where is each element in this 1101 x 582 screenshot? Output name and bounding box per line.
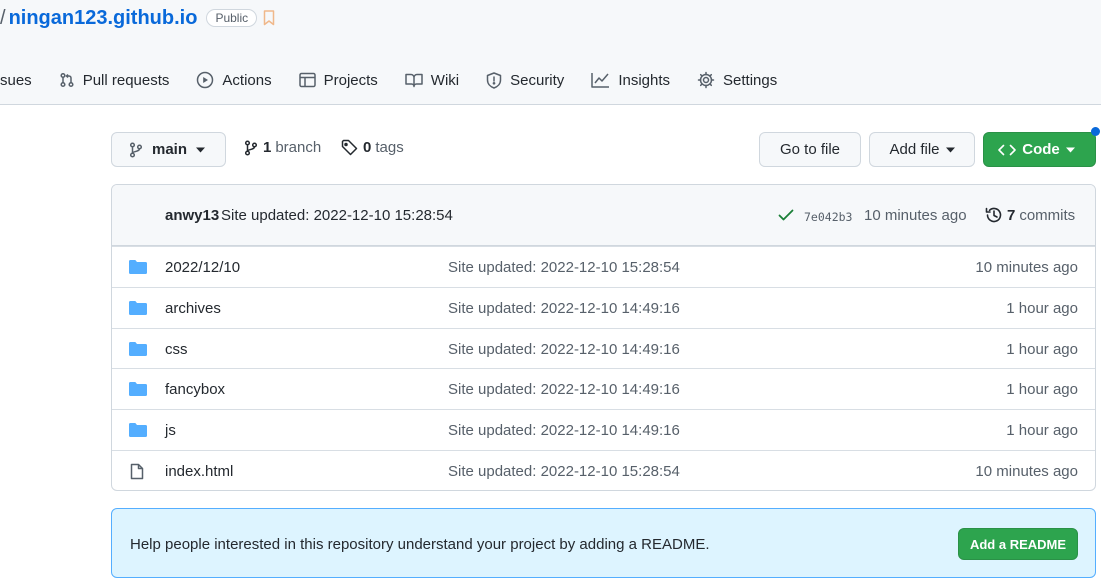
- shield-icon: [486, 71, 502, 89]
- commit-time: 10 minutes ago: [864, 207, 967, 224]
- latest-commit-bar: anwy13 Site updated: 2022-12-10 15:28:54…: [112, 185, 1095, 246]
- code-icon: [998, 143, 1017, 157]
- file-commit-message[interactable]: Site updated: 2022-12-10 15:28:54: [448, 259, 680, 276]
- tab-insights[interactable]: Insights: [591, 60, 670, 100]
- file-name-link[interactable]: archives: [165, 300, 221, 317]
- table-icon: [298, 72, 316, 88]
- folder-icon: [129, 381, 147, 397]
- play-icon: [196, 71, 214, 89]
- bookmark-icon[interactable]: [263, 10, 275, 26]
- git-branch-icon: [129, 141, 143, 158]
- commit-count-label: commits: [1019, 206, 1076, 224]
- tags-link[interactable]: 0 tags: [341, 139, 404, 156]
- commits-history-link[interactable]: 7 commits: [985, 206, 1075, 224]
- add-readme-label: Add a README: [969, 536, 1067, 552]
- tab-projects[interactable]: Projects: [298, 60, 378, 100]
- file-name-link[interactable]: index.html: [165, 463, 233, 480]
- caret-down-icon: [196, 147, 206, 153]
- go-to-file-button[interactable]: Go to file: [759, 132, 861, 167]
- file-row[interactable]: archives Site updated: 2022-12-10 14:49:…: [112, 287, 1095, 328]
- tab-security-label: Security: [510, 71, 565, 89]
- file-row[interactable]: js Site updated: 2022-12-10 14:49:16 1 h…: [112, 409, 1095, 450]
- caret-down-icon: [945, 147, 955, 153]
- tab-issues-label: sues: [0, 71, 32, 89]
- file-commit-message[interactable]: Site updated: 2022-12-10 14:49:16: [448, 381, 680, 398]
- tab-wiki[interactable]: Wiki: [405, 60, 459, 100]
- file-row[interactable]: fancybox Site updated: 2022-12-10 14:49:…: [112, 368, 1095, 409]
- tab-settings[interactable]: Settings: [697, 60, 777, 100]
- tab-security[interactable]: Security: [486, 60, 564, 100]
- readme-banner: Help people interested in this repositor…: [111, 508, 1096, 578]
- file-icon: [129, 463, 145, 480]
- commit-message-link[interactable]: Site updated: 2022-12-10 15:28:54: [221, 207, 453, 224]
- caret-down-icon: [1065, 147, 1075, 153]
- tag-count-label: tags: [375, 139, 404, 156]
- history-icon: [985, 206, 1003, 224]
- git-branch-icon: [244, 139, 258, 156]
- folder-icon: [129, 259, 147, 275]
- readme-banner-text: Help people interested in this repositor…: [130, 536, 710, 553]
- check-icon[interactable]: [778, 208, 794, 222]
- tab-wiki-label: Wiki: [430, 71, 460, 89]
- book-icon: [405, 72, 423, 88]
- branch-count-number: 1: [263, 139, 272, 156]
- folder-icon: [129, 341, 147, 357]
- repo-title: / ningan123.github.io Public: [0, 5, 275, 31]
- repo-name-link[interactable]: ningan123.github.io: [9, 7, 198, 30]
- file-list-box: anwy13 Site updated: 2022-12-10 15:28:54…: [111, 184, 1096, 491]
- tab-insights-label: Insights: [618, 71, 671, 89]
- gear-icon: [697, 71, 715, 89]
- file-name-link[interactable]: css: [165, 341, 188, 358]
- go-to-file-label: Go to file: [779, 141, 841, 158]
- tab-pull-requests-label: Pull requests: [82, 71, 170, 89]
- file-age: 1 hour ago: [1006, 422, 1078, 439]
- commit-count: 7: [1007, 206, 1016, 224]
- branch-name: main: [152, 141, 188, 158]
- code-label: Code: [1022, 141, 1060, 158]
- graph-icon: [591, 72, 610, 88]
- tab-pull-requests[interactable]: Pull requests: [59, 60, 170, 100]
- add-readme-button[interactable]: Add a README: [958, 528, 1078, 560]
- file-commit-message[interactable]: Site updated: 2022-12-10 14:49:16: [448, 341, 680, 358]
- tab-actions[interactable]: Actions: [196, 60, 272, 100]
- repo-header: / ningan123.github.io Public sues Pull r…: [0, 0, 1101, 105]
- file-commit-message[interactable]: Site updated: 2022-12-10 14:49:16: [448, 300, 680, 317]
- add-file-button[interactable]: Add file: [869, 132, 975, 167]
- file-name-link[interactable]: 2022/12/10: [165, 259, 240, 276]
- file-name-link[interactable]: js: [165, 422, 176, 439]
- tab-projects-label: Projects: [323, 71, 378, 89]
- folder-icon: [129, 300, 147, 316]
- file-age: 1 hour ago: [1006, 381, 1078, 398]
- file-row[interactable]: css Site updated: 2022-12-10 14:49:16 1 …: [112, 328, 1095, 369]
- commit-sha-link[interactable]: 7e042b3: [804, 210, 852, 224]
- repo-separator: /: [0, 6, 6, 29]
- file-commit-message[interactable]: Site updated: 2022-12-10 14:49:16: [448, 422, 680, 439]
- commit-author-link[interactable]: anwy13: [165, 207, 219, 224]
- tag-count-number: 0: [363, 139, 372, 156]
- tab-issues[interactable]: sues: [0, 60, 32, 100]
- pull-request-icon: [59, 72, 75, 88]
- file-age: 1 hour ago: [1006, 300, 1078, 317]
- folder-icon: [129, 422, 147, 438]
- tab-settings-label: Settings: [723, 71, 778, 89]
- visibility-badge: Public: [206, 9, 258, 27]
- file-name-link[interactable]: fancybox: [165, 381, 225, 398]
- file-age: 10 minutes ago: [975, 463, 1078, 480]
- code-button[interactable]: Code: [983, 132, 1096, 167]
- file-commit-message[interactable]: Site updated: 2022-12-10 15:28:54: [448, 463, 680, 480]
- notification-dot: [1091, 127, 1100, 136]
- tab-actions-label: Actions: [222, 71, 272, 89]
- branches-link[interactable]: 1 branch: [244, 139, 321, 156]
- file-row[interactable]: index.html Site updated: 2022-12-10 15:2…: [112, 450, 1095, 490]
- repo-tabs: sues Pull requests Actions Projects Wiki: [0, 60, 804, 100]
- branch-select-button[interactable]: main: [111, 132, 226, 167]
- tag-icon: [341, 139, 358, 156]
- file-age: 10 minutes ago: [975, 259, 1078, 276]
- file-age: 1 hour ago: [1006, 341, 1078, 358]
- branch-count-label: branch: [275, 139, 322, 156]
- file-row[interactable]: 2022/12/10 Site updated: 2022-12-10 15:2…: [112, 246, 1095, 287]
- add-file-label: Add file: [889, 141, 940, 158]
